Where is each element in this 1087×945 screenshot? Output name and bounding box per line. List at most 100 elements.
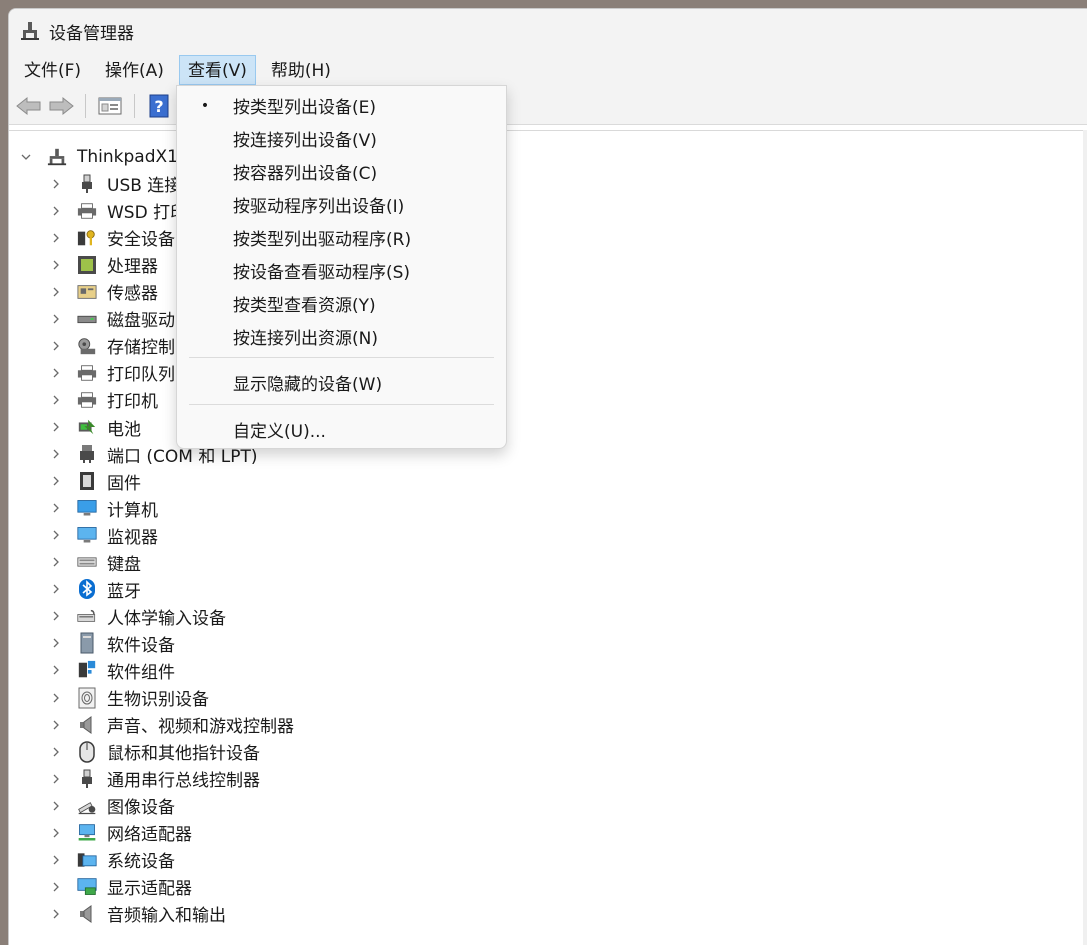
tree-category-label: 系统设备 xyxy=(107,852,175,873)
show-hidden-devices-item[interactable]: 显示隐藏的设备(W) xyxy=(177,366,506,399)
tree-root-label: ThinkpadX1y xyxy=(77,146,189,167)
tree-category-item[interactable]: 处理器 xyxy=(49,251,158,278)
tree-category-item[interactable]: 磁盘驱动 xyxy=(49,305,175,332)
view-menu-item-label: 按类型查看资源(Y) xyxy=(233,296,376,316)
tree-category-item[interactable]: 传感器 xyxy=(49,278,158,305)
chevron-right-icon[interactable] xyxy=(49,204,63,218)
firmware-icon xyxy=(77,471,97,491)
back-button[interactable] xyxy=(15,92,43,120)
view-menu-item[interactable]: • 按类型列出设备(E) xyxy=(177,89,506,122)
view-menu-item[interactable]: 按容器列出设备(C) xyxy=(177,155,506,188)
chevron-right-icon[interactable] xyxy=(49,474,63,488)
tree-category-item[interactable]: 网络适配器 xyxy=(49,819,192,846)
tree-category-label: 存储控制 xyxy=(107,338,175,359)
help-button[interactable]: ? xyxy=(145,92,173,120)
view-menu-item-label: 按驱动程序列出设备(I) xyxy=(233,197,405,217)
view-menu-item[interactable]: 按类型列出驱动程序(R) xyxy=(177,221,506,254)
chevron-right-icon[interactable] xyxy=(49,718,63,732)
menu-file[interactable]: 文件(F) xyxy=(15,55,90,85)
tree-category-item[interactable]: 人体学输入设备 xyxy=(49,603,226,630)
chevron-right-icon[interactable] xyxy=(49,555,63,569)
chevron-right-icon[interactable] xyxy=(49,420,63,434)
tree-category-item[interactable]: 鼠标和其他指针设备 xyxy=(49,738,260,765)
chevron-right-icon[interactable] xyxy=(49,609,63,623)
chevron-right-icon[interactable] xyxy=(49,826,63,840)
tree-category-item[interactable]: 通用串行总线控制器 xyxy=(49,765,260,792)
toolbar-separator xyxy=(134,93,135,118)
chevron-right-icon[interactable] xyxy=(49,447,63,461)
chevron-right-icon[interactable] xyxy=(49,636,63,650)
chevron-right-icon[interactable] xyxy=(49,772,63,786)
menu-separator xyxy=(189,357,494,358)
tree-category-item[interactable]: 计算机 xyxy=(49,495,158,522)
tree-category-item[interactable]: 固件 xyxy=(49,468,141,495)
view-menu-item[interactable]: 按类型查看资源(Y) xyxy=(177,287,506,320)
tree-category-item[interactable]: 软件组件 xyxy=(49,657,175,684)
chevron-right-icon[interactable] xyxy=(49,177,63,191)
chevron-right-icon[interactable] xyxy=(49,312,63,326)
tree-category-item[interactable]: 安全设备 xyxy=(49,224,175,251)
show-hidden-devices-label: 显示隐藏的设备(W) xyxy=(233,375,383,395)
chevron-right-icon[interactable] xyxy=(49,691,63,705)
chevron-right-icon[interactable] xyxy=(49,393,63,407)
tree-category-item[interactable]: 监视器 xyxy=(49,522,158,549)
chevron-right-icon[interactable] xyxy=(49,663,63,677)
tree-category-item[interactable]: USB 连接 xyxy=(49,170,181,197)
chevron-right-icon[interactable] xyxy=(49,745,63,759)
radio-bullet-icon: • xyxy=(200,97,210,114)
tree-category-item[interactable]: 键盘 xyxy=(49,549,141,576)
storage-controller-icon xyxy=(77,336,97,356)
tree-category-item[interactable]: 生物识别设备 xyxy=(49,684,209,711)
view-menu-item[interactable]: 按连接列出设备(V) xyxy=(177,122,506,155)
menu-help[interactable]: 帮助(H) xyxy=(262,55,340,85)
chevron-right-icon[interactable] xyxy=(49,853,63,867)
cpu-icon xyxy=(77,255,97,275)
tree-category-item[interactable]: WSD 打印 xyxy=(49,197,187,224)
chevron-right-icon[interactable] xyxy=(49,582,63,596)
tree-category-item[interactable]: 声音、视频和游戏控制器 xyxy=(49,711,294,738)
menu-view[interactable]: 查看(V) xyxy=(178,55,256,85)
properties-button[interactable] xyxy=(96,92,124,120)
tree-category-item[interactable]: 存储控制 xyxy=(49,332,175,359)
view-menu-item[interactable]: 按驱动程序列出设备(I) xyxy=(177,188,506,221)
tree-category-label: 蓝牙 xyxy=(107,581,141,602)
tree-category-item[interactable]: 显示适配器 xyxy=(49,873,192,900)
forward-button[interactable] xyxy=(47,92,75,120)
view-menu-item[interactable]: 按连接列出资源(N) xyxy=(177,320,506,353)
tree-category-label: 音频输入和输出 xyxy=(107,906,226,927)
chevron-right-icon[interactable] xyxy=(49,231,63,245)
display-adapter-icon xyxy=(77,877,97,897)
tree-category-label: 键盘 xyxy=(107,554,141,575)
properties-icon xyxy=(98,97,122,114)
chevron-right-icon[interactable] xyxy=(49,907,63,921)
speaker-icon xyxy=(77,715,97,735)
tree-category-item[interactable]: 打印队列 xyxy=(49,359,175,386)
scrollbar-track[interactable] xyxy=(1083,130,1087,945)
tree-category-item[interactable]: 音频输入和输出 xyxy=(49,900,226,927)
tree-category-item[interactable]: 图像设备 xyxy=(49,792,175,819)
tree-category-item[interactable]: 打印机 xyxy=(49,386,158,413)
back-icon xyxy=(16,96,41,115)
tree-root-node[interactable]: ThinkpadX1y xyxy=(19,143,188,170)
view-menu-item-label: 按设备查看驱动程序(S) xyxy=(233,263,411,283)
chevron-right-icon[interactable] xyxy=(49,258,63,272)
tree-category-item[interactable]: 软件设备 xyxy=(49,630,175,657)
tree-category-label: 网络适配器 xyxy=(107,825,192,846)
chevron-right-icon[interactable] xyxy=(49,339,63,353)
menu-action[interactable]: 操作(A) xyxy=(96,55,173,85)
tree-category-label: 传感器 xyxy=(107,284,158,305)
view-menu-item[interactable]: 按设备查看驱动程序(S) xyxy=(177,254,506,287)
customize-item[interactable]: 自定义(U)... xyxy=(177,413,506,446)
chevron-right-icon[interactable] xyxy=(49,501,63,515)
chevron-right-icon[interactable] xyxy=(49,366,63,380)
tree-category-item[interactable]: 电池 xyxy=(49,414,141,441)
chevron-right-icon[interactable] xyxy=(49,799,63,813)
software-device-icon xyxy=(77,632,97,654)
chevron-right-icon[interactable] xyxy=(49,880,63,894)
tree-category-item[interactable]: 系统设备 xyxy=(49,846,175,873)
tree-category-item[interactable]: 蓝牙 xyxy=(49,576,141,603)
chevron-right-icon[interactable] xyxy=(49,528,63,542)
tree-category-label: 鼠标和其他指针设备 xyxy=(107,744,260,765)
chevron-down-icon[interactable] xyxy=(19,150,33,164)
chevron-right-icon[interactable] xyxy=(49,285,63,299)
